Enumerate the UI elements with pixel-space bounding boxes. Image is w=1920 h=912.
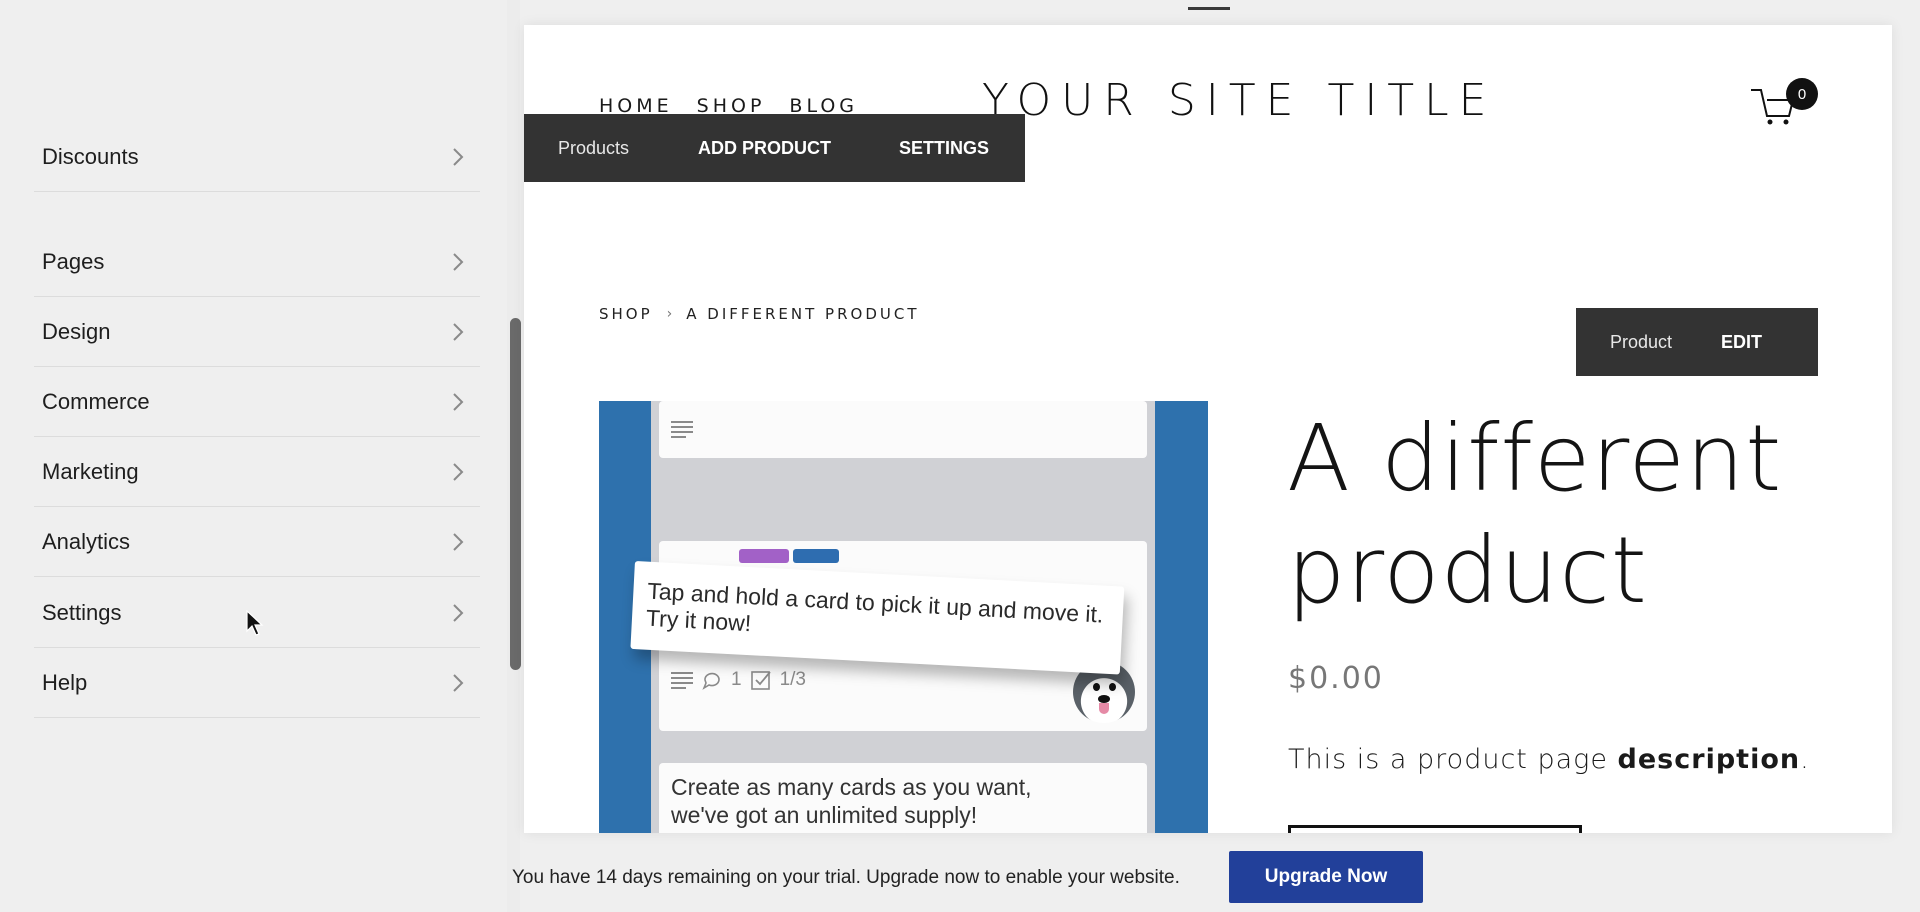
- board-card: Create as many cards as you want, we've …: [659, 763, 1147, 833]
- products-toolbar: Products ADD PRODUCT SETTINGS: [524, 114, 1025, 182]
- breadcrumb-shop[interactable]: SHOP: [599, 305, 653, 323]
- site-preview: HOME SHOP BLOG YOUR SITE TITLE 0 Product…: [524, 25, 1892, 833]
- card-text: Create as many cards as you want, we've …: [671, 774, 1032, 828]
- description-bold-text: description: [1617, 744, 1801, 775]
- drag-handle-indicator[interactable]: [1188, 7, 1230, 10]
- description-lines-icon: [671, 421, 693, 438]
- products-settings-button[interactable]: SETTINGS: [899, 138, 989, 159]
- chevron-right-icon: [448, 603, 468, 623]
- products-toolbar-label: Products: [558, 137, 630, 158]
- trial-message: You have 14 days remaining on your trial…: [512, 867, 1180, 888]
- sidebar-item-pages[interactable]: Pages: [34, 227, 480, 297]
- product-toolbar-label: Product: [1610, 331, 1673, 352]
- sidebar-item-marketing[interactable]: Marketing: [34, 437, 480, 507]
- site-title[interactable]: YOUR SITE TITLE: [982, 75, 1496, 126]
- chevron-right-icon: [448, 322, 468, 342]
- chevron-right-icon: [448, 462, 468, 482]
- sidebar-item-label: Pages: [42, 248, 105, 274]
- chevron-right-icon: [448, 252, 468, 272]
- description-suffix: .: [1800, 744, 1810, 775]
- description-lines-icon: [671, 672, 693, 689]
- sidebar-item-analytics[interactable]: Analytics: [34, 507, 480, 577]
- edit-product-button[interactable]: EDIT: [1721, 332, 1762, 353]
- sidebar-item-label: Commerce: [42, 388, 150, 414]
- breadcrumb-separator: ›: [666, 306, 673, 322]
- sidebar: Discounts Pages Design Commerce Marketin…: [0, 0, 521, 912]
- sidebar-item-commerce[interactable]: Commerce: [34, 367, 480, 437]
- sidebar-item-label: Discounts: [42, 143, 139, 169]
- board-card: [659, 401, 1147, 458]
- add-to-cart-button[interactable]: [1288, 825, 1582, 833]
- label-chip-purple: [739, 549, 789, 563]
- sidebar-item-label: Help: [42, 669, 88, 695]
- checklist-count: 1/3: [779, 669, 806, 690]
- add-product-button[interactable]: ADD PRODUCT: [698, 138, 831, 159]
- sidebar-scrollbar-thumb[interactable]: [510, 318, 521, 670]
- cart-count-badge[interactable]: 0: [1786, 78, 1818, 110]
- card-meta: 1 1/3: [671, 669, 806, 691]
- chevron-right-icon: [448, 147, 468, 167]
- chevron-right-icon: [448, 392, 468, 412]
- sidebar-item-label: Analytics: [42, 528, 131, 554]
- product-description: This is a product page description.: [1288, 744, 1810, 775]
- upgrade-now-button[interactable]: Upgrade Now: [1229, 851, 1423, 903]
- sidebar-item-label: Design: [42, 318, 111, 344]
- sidebar-item-design[interactable]: Design: [34, 297, 480, 367]
- breadcrumb: SHOP › A DIFFERENT PRODUCT: [599, 305, 920, 323]
- sidebar-item-label: Marketing: [42, 458, 139, 484]
- product-toolbar: Product EDIT: [1576, 308, 1818, 376]
- sidebar-item-discounts[interactable]: Discounts: [34, 122, 480, 192]
- sidebar-item-label: Settings: [42, 599, 122, 625]
- breadcrumb-current[interactable]: A DIFFERENT PRODUCT: [686, 305, 919, 323]
- label-chip-blue: [793, 549, 839, 563]
- chevron-right-icon: [448, 673, 468, 693]
- description-text: This is a product page: [1288, 744, 1618, 775]
- mouse-pointer-icon: [246, 610, 264, 636]
- hint-card-text: Tap and hold a card to pick it up and mo…: [645, 577, 1104, 637]
- comment-count: 1: [731, 669, 742, 690]
- comment-icon: [702, 672, 720, 690]
- product-title: A different product: [1287, 405, 1783, 624]
- product-price: $0.00: [1288, 661, 1384, 696]
- product-image[interactable]: more det... 1 1/3 Create as many cards a…: [599, 401, 1208, 833]
- checklist-icon: [750, 671, 771, 690]
- sidebar-item-help[interactable]: Help: [34, 648, 480, 718]
- chevron-right-icon: [448, 532, 468, 552]
